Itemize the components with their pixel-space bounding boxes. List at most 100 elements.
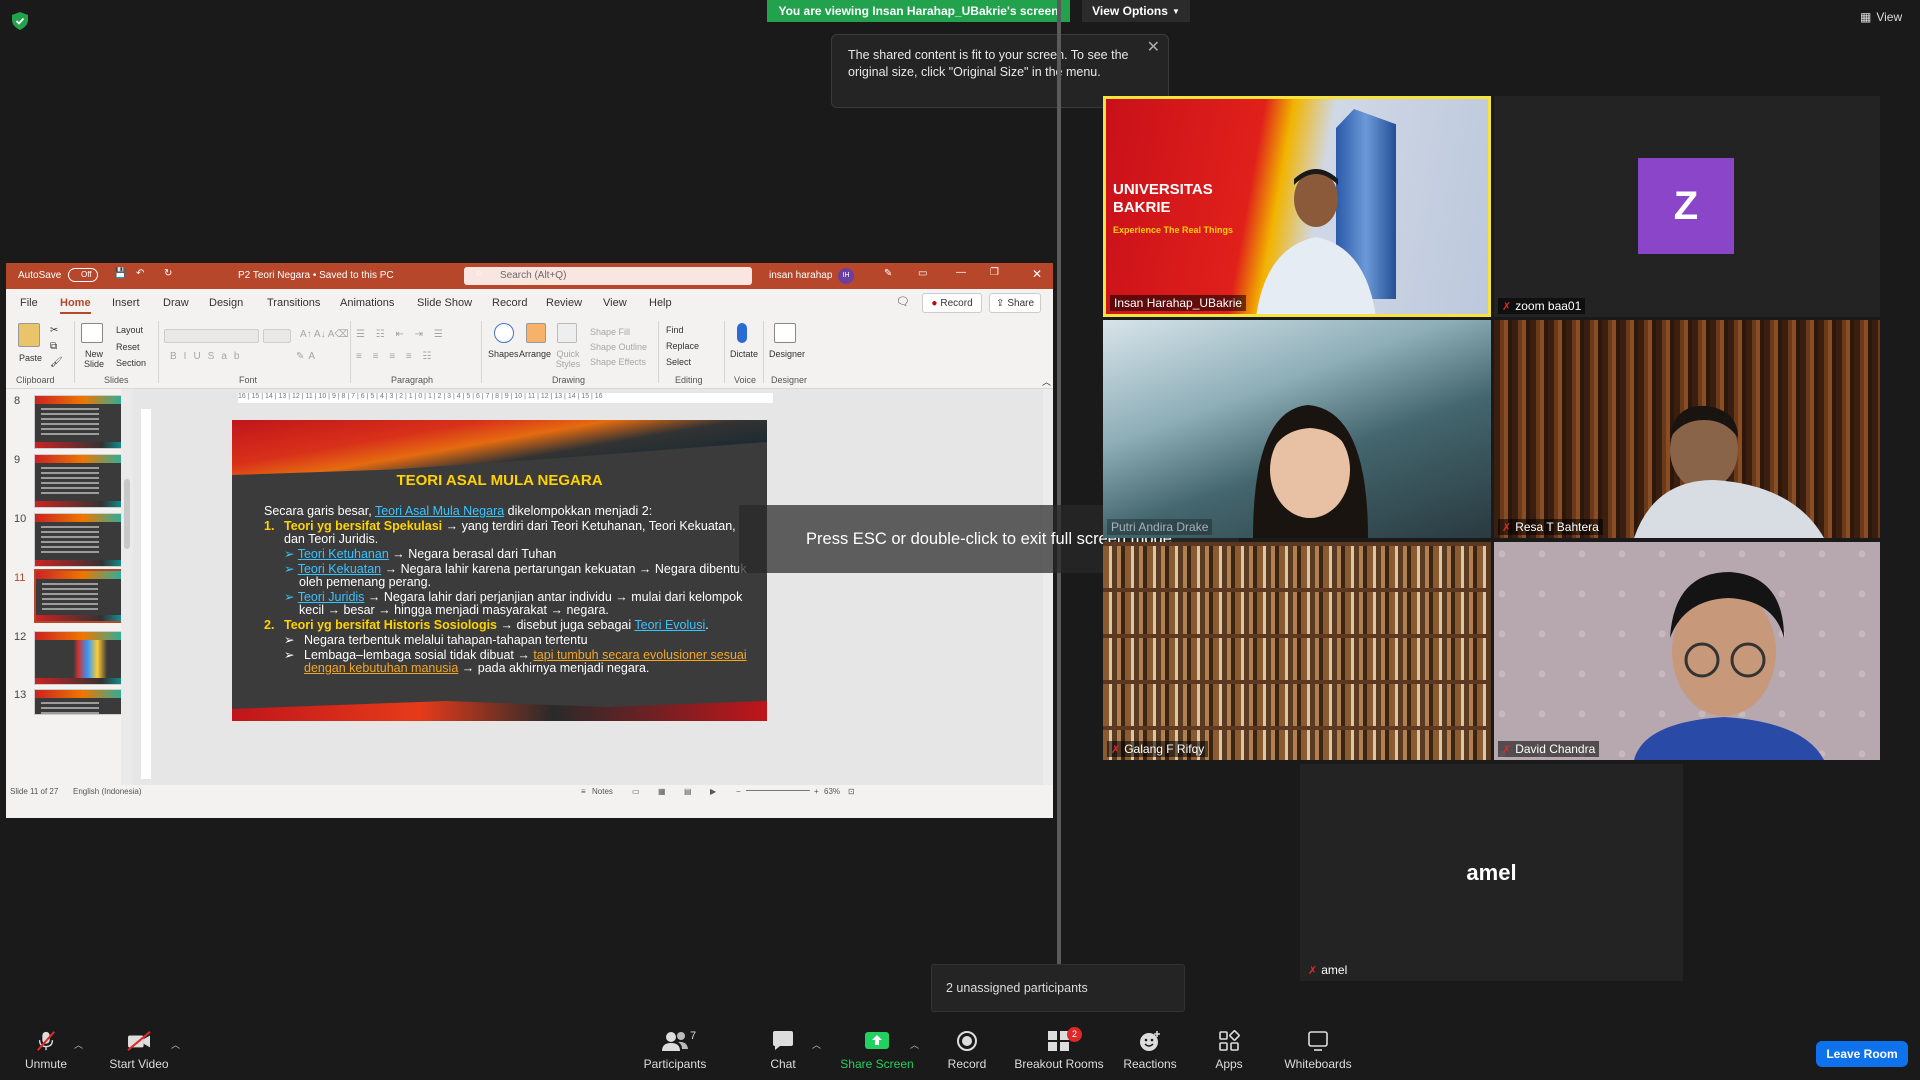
- slide-thumbnail[interactable]: [34, 454, 132, 508]
- split-divider[interactable]: [1057, 0, 1061, 965]
- slide-thumbnail-active[interactable]: [34, 569, 132, 623]
- user-name[interactable]: insan harahap: [769, 270, 832, 281]
- notes-icon[interactable]: ≡: [581, 787, 586, 796]
- format-painter-icon[interactable]: 🖌: [50, 357, 63, 368]
- tab-draw[interactable]: Draw: [163, 297, 189, 309]
- shape-outline-button[interactable]: Shape Outline: [590, 342, 647, 352]
- file-name[interactable]: P2 Teori Negara • Saved to this PC: [238, 270, 394, 281]
- ribbon-display-icon[interactable]: ▭: [918, 268, 927, 279]
- shapes-icon[interactable]: [494, 323, 514, 343]
- tab-file[interactable]: File: [20, 297, 38, 309]
- zoom-level[interactable]: 63%: [824, 787, 840, 796]
- paste-icon[interactable]: [18, 323, 40, 347]
- slide-sorter-icon[interactable]: ▦: [658, 787, 666, 796]
- tab-record[interactable]: Record: [492, 297, 527, 309]
- close-window-icon[interactable]: ✕: [1032, 267, 1042, 281]
- current-slide[interactable]: TEORI ASAL MULA NEGARA Secara garis besa…: [232, 420, 767, 721]
- video-tile-resa[interactable]: ✗ Resa T Bahtera: [1494, 320, 1880, 538]
- designer-label[interactable]: Designer: [769, 349, 805, 359]
- share-options-caret-icon[interactable]: ︿: [910, 1038, 919, 1051]
- collapse-ribbon-icon[interactable]: ︿: [1042, 375, 1051, 388]
- new-slide-icon[interactable]: [81, 323, 103, 343]
- shape-fill-button[interactable]: Shape Fill: [590, 327, 630, 337]
- autosave-toggle[interactable]: Off: [68, 268, 98, 282]
- select-button[interactable]: Select: [666, 357, 691, 367]
- video-tile-zoom-baa01[interactable]: Z ✗ zoom baa01: [1494, 96, 1880, 317]
- shape-effects-button[interactable]: Shape Effects: [590, 357, 646, 367]
- video-tile-galang[interactable]: ✗ Galang F Rifqy: [1103, 542, 1491, 760]
- record-button[interactable]: ● Record: [922, 293, 982, 313]
- font-color-icons[interactable]: ✎A: [296, 351, 319, 362]
- apps-button[interactable]: Apps: [1211, 1030, 1247, 1071]
- unassigned-participants-notice[interactable]: 2 unassigned participants: [931, 964, 1185, 1012]
- dictate-label[interactable]: Dictate: [730, 349, 758, 359]
- search-input[interactable]: Search (Alt+Q): [464, 267, 752, 285]
- align-icons[interactable]: ≡ ≡ ≡ ≡ ☷: [356, 351, 435, 362]
- notes-button[interactable]: Notes: [592, 787, 613, 796]
- increase-font-icon[interactable]: A↑ A↓ A⌫: [300, 329, 349, 340]
- reset-button[interactable]: Reset: [116, 342, 140, 352]
- maximize-icon[interactable]: ❐: [990, 267, 999, 278]
- designer-icon[interactable]: [774, 323, 796, 343]
- audio-options-caret-icon[interactable]: ︿: [74, 1038, 83, 1051]
- zoom-in-icon[interactable]: +: [814, 787, 819, 796]
- tab-help[interactable]: Help: [649, 297, 672, 309]
- layout-button[interactable]: Layout: [116, 325, 143, 335]
- save-icon[interactable]: 💾: [114, 268, 126, 279]
- share-screen-button[interactable]: Share Screen: [838, 1030, 916, 1071]
- video-tile-putri[interactable]: Putri Andira Drake: [1103, 320, 1491, 538]
- fit-slide-icon[interactable]: ⊡: [848, 787, 855, 796]
- whiteboards-button[interactable]: Whiteboards: [1282, 1030, 1354, 1071]
- tab-home[interactable]: Home: [60, 297, 91, 314]
- font-format-icons[interactable]: BIUSab: [170, 351, 246, 362]
- view-button[interactable]: ▦ View: [1860, 10, 1902, 24]
- arrange-label[interactable]: Arrange: [519, 349, 551, 359]
- normal-view-icon[interactable]: ▭: [632, 787, 640, 796]
- start-video-button[interactable]: Start Video: [104, 1030, 174, 1071]
- video-tile-amel[interactable]: amel ✗ amel: [1300, 764, 1683, 981]
- share-button[interactable]: ⇪ Share: [989, 293, 1041, 313]
- reactions-button[interactable]: Reactions: [1123, 1030, 1177, 1071]
- close-icon[interactable]: ✕: [1147, 39, 1160, 56]
- font-family-select[interactable]: [164, 329, 259, 343]
- reading-view-icon[interactable]: ▤: [684, 787, 692, 796]
- zoom-slider[interactable]: [746, 790, 810, 791]
- slide-thumbnail[interactable]: [34, 631, 132, 685]
- tab-animations[interactable]: Animations: [340, 297, 394, 309]
- microphone-icon[interactable]: [737, 323, 747, 343]
- zoom-out-icon[interactable]: −: [736, 787, 741, 796]
- tab-insert[interactable]: Insert: [112, 297, 140, 309]
- language-indicator[interactable]: English (Indonesia): [73, 787, 141, 796]
- video-tile-david[interactable]: ✗ David Chandra: [1494, 542, 1880, 760]
- new-slide-label[interactable]: New Slide: [84, 349, 104, 369]
- slideshow-icon[interactable]: ▶: [710, 787, 716, 796]
- pen-icon[interactable]: ✎: [884, 268, 892, 279]
- find-button[interactable]: Find: [666, 325, 684, 335]
- unmute-button[interactable]: Unmute: [20, 1030, 72, 1071]
- arrange-icon[interactable]: [526, 323, 546, 343]
- security-shield-icon[interactable]: [12, 12, 28, 30]
- copy-icon[interactable]: ⧉: [50, 341, 57, 352]
- list-icons[interactable]: ☰ ☷ ⇤ ⇥ ☰: [356, 329, 447, 340]
- slide-thumbnail[interactable]: [34, 513, 132, 567]
- paste-label[interactable]: Paste: [19, 353, 42, 363]
- video-options-caret-icon[interactable]: ︿: [171, 1038, 180, 1051]
- redo-icon[interactable]: ↻: [164, 268, 172, 279]
- tab-review[interactable]: Review: [546, 297, 582, 309]
- record-meeting-button[interactable]: Record: [942, 1030, 992, 1071]
- view-options-button[interactable]: View Options ▼: [1082, 0, 1190, 22]
- quick-styles-label[interactable]: Quick Styles: [553, 349, 583, 369]
- chat-options-caret-icon[interactable]: ︿: [812, 1038, 821, 1051]
- font-size-select[interactable]: [263, 329, 291, 343]
- video-tile-insan[interactable]: UNIVERSITAS BAKRIE Experience The Real Th…: [1103, 96, 1491, 317]
- undo-icon[interactable]: ↶: [136, 268, 144, 279]
- tab-design[interactable]: Design: [209, 297, 243, 309]
- slide-thumbnail[interactable]: [34, 689, 132, 715]
- section-button[interactable]: Section: [116, 358, 146, 368]
- shapes-label[interactable]: Shapes: [488, 349, 519, 359]
- thumbnail-scrollbar[interactable]: [121, 389, 133, 785]
- participants-button[interactable]: Participants: [640, 1030, 710, 1071]
- breakout-rooms-button[interactable]: 2 Breakout Rooms: [1014, 1027, 1104, 1071]
- leave-room-button[interactable]: Leave Room: [1816, 1041, 1908, 1067]
- slide-scrollbar[interactable]: [1043, 389, 1053, 785]
